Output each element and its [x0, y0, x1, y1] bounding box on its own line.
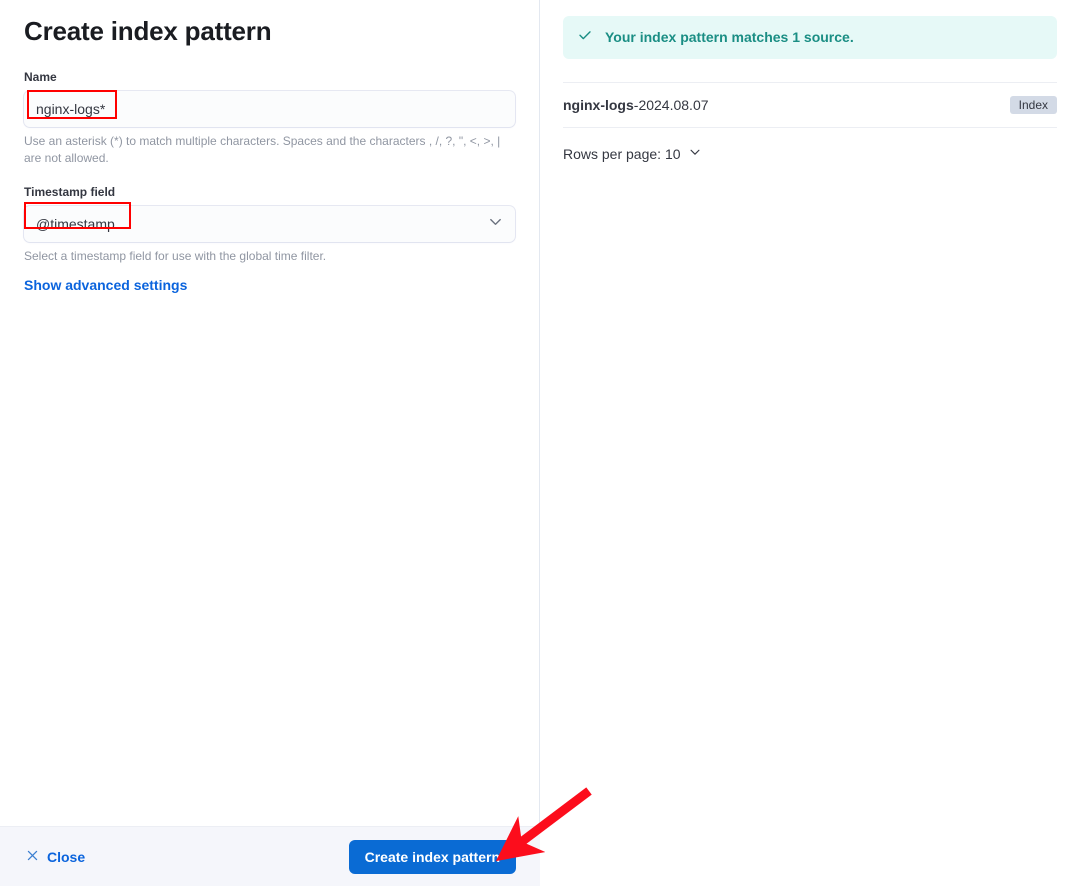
timestamp-field-wrap: @timestamp	[24, 205, 515, 242]
timestamp-field-label: Timestamp field	[24, 184, 116, 199]
results-panel: Your index pattern matches 1 source. ngi…	[540, 0, 1080, 886]
timestamp-field-select[interactable]: @timestamp	[24, 205, 515, 242]
close-button-label: Close	[47, 848, 86, 865]
status-badge: Index	[1009, 96, 1057, 114]
table-row: nginx-logs-2024.08.07 Index	[563, 82, 1057, 128]
matching-indices-table: nginx-logs-2024.08.07 Index	[563, 82, 1057, 128]
index-name-cell: nginx-logs-2024.08.07	[563, 83, 937, 128]
index-pattern-name-input[interactable]: nginx-logs*	[24, 90, 515, 127]
close-button[interactable]: Close	[24, 845, 87, 869]
page-title: Create index pattern	[24, 16, 272, 46]
name-field-label: Name	[24, 70, 57, 85]
create-index-pattern-button[interactable]: Create index pattern	[348, 839, 516, 874]
chevron-down-icon	[688, 145, 702, 162]
index-name-remainder: -2024.08.07	[633, 97, 709, 113]
timestamp-field-help-text: Select a timestamp field for use with th…	[24, 248, 327, 263]
matching-indices-table-body: nginx-logs-2024.08.07 Index	[563, 82, 1057, 128]
create-index-pattern-flyout: Create index pattern Name nginx-logs* Us…	[0, 0, 1080, 886]
name-field-help-text: Use an asterisk (*) to match multiple ch…	[24, 133, 501, 166]
show-advanced-settings-link[interactable]: Show advanced settings	[24, 277, 187, 293]
rows-per-page-selector[interactable]: Rows per page: 10	[563, 145, 702, 162]
flyout-footer: Close Create index pattern	[0, 826, 540, 886]
index-type-cell: Index	[937, 83, 1057, 128]
match-success-callout: Your index pattern matches 1 source.	[563, 16, 1057, 59]
rows-per-page-label: Rows per page: 10	[563, 145, 681, 162]
check-icon	[577, 27, 593, 48]
match-success-callout-text: Your index pattern matches 1 source.	[605, 29, 854, 46]
cross-icon	[26, 849, 39, 865]
form-body: Create index pattern Name nginx-logs* Us…	[0, 0, 539, 295]
index-name-matched-part: nginx-logs	[563, 97, 634, 113]
form-panel: Create index pattern Name nginx-logs* Us…	[0, 0, 540, 886]
name-field-wrap: nginx-logs*	[24, 90, 515, 127]
